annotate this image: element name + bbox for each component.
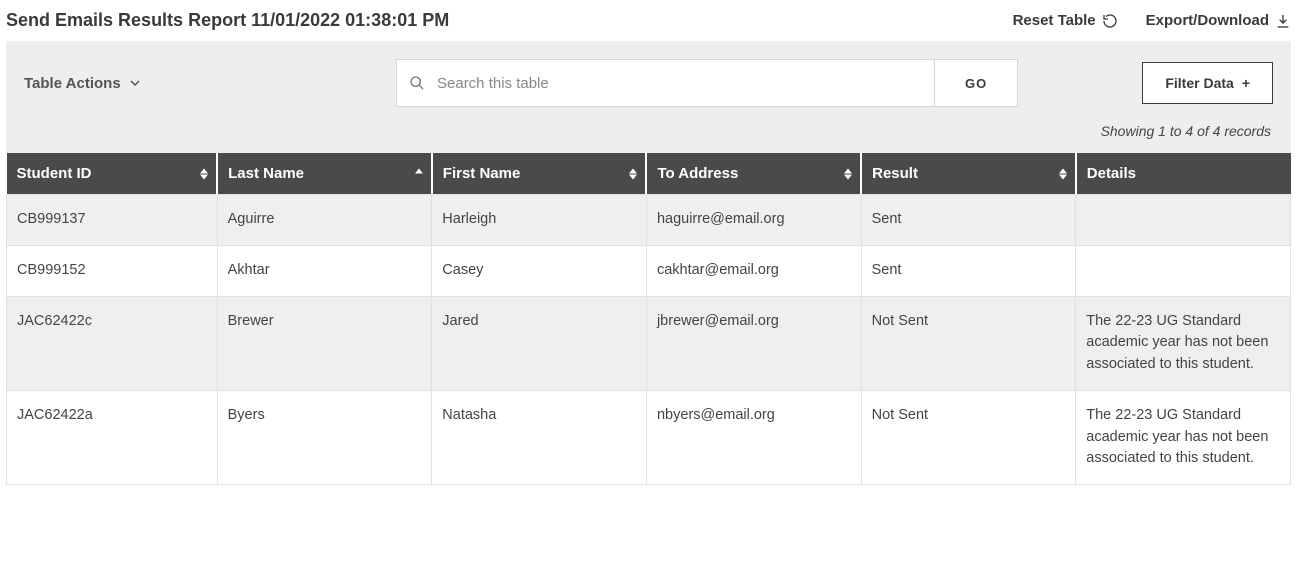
table-actions-label: Table Actions [24,75,121,92]
export-download-button[interactable]: Export/Download [1146,12,1291,29]
cell-details: The 22-23 UG Standard academic year has … [1076,390,1291,484]
search-input[interactable] [435,74,922,93]
cell-last-name: Byers [217,390,432,484]
col-label: Last Name [228,165,304,182]
reset-icon [1102,13,1118,29]
table-row: CB999152 Akhtar Casey cakhtar@email.org … [7,245,1291,296]
col-details: Details [1076,153,1291,195]
results-table: Student ID Last Name First Name To Addre… [6,153,1291,485]
sort-icon[interactable] [844,168,852,179]
record-count: Showing 1 to 4 of 4 records [24,107,1273,143]
cell-result: Sent [861,195,1076,246]
table-row: JAC62422a Byers Natasha nbyers@email.org… [7,390,1291,484]
cell-details: The 22-23 UG Standard academic year has … [1076,296,1291,390]
download-icon [1275,13,1291,29]
cell-to-address: jbrewer@email.org [646,296,861,390]
col-label: Student ID [17,165,92,182]
cell-first-name: Casey [432,245,647,296]
sort-icon[interactable] [200,168,208,179]
cell-first-name: Harleigh [432,195,647,246]
cell-result: Sent [861,245,1076,296]
cell-first-name: Jared [432,296,647,390]
cell-to-address: cakhtar@email.org [646,245,861,296]
plus-icon: + [1242,75,1250,91]
cell-to-address: haguirre@email.org [646,195,861,246]
table-row: CB999137 Aguirre Harleigh haguirre@email… [7,195,1291,246]
cell-last-name: Aguirre [217,195,432,246]
col-first-name[interactable]: First Name [432,153,647,195]
chevron-down-icon [129,77,141,89]
filter-data-label: Filter Data [1165,75,1233,91]
cell-student-id: CB999152 [7,245,218,296]
toolbar: Table Actions GO Filter Data + [6,41,1291,153]
col-label: Details [1087,165,1136,182]
cell-to-address: nbyers@email.org [646,390,861,484]
cell-student-id: CB999137 [7,195,218,246]
cell-details [1076,245,1291,296]
header-actions: Reset Table Export/Download [1013,12,1291,29]
page-title: Send Emails Results Report 11/01/2022 01… [6,10,449,31]
cell-last-name: Brewer [217,296,432,390]
table-body: CB999137 Aguirre Harleigh haguirre@email… [7,195,1291,485]
search-group: GO [396,59,1018,107]
cell-details [1076,195,1291,246]
reset-table-button[interactable]: Reset Table [1013,12,1118,29]
col-label: To Address [657,165,738,182]
table-actions-dropdown[interactable]: Table Actions [24,67,376,100]
cell-result: Not Sent [861,296,1076,390]
col-result[interactable]: Result [861,153,1076,195]
col-student-id[interactable]: Student ID [7,153,218,195]
go-button[interactable]: GO [934,59,1018,107]
col-last-name[interactable]: Last Name [217,153,432,195]
export-download-label: Export/Download [1146,12,1269,29]
cell-student-id: JAC62422c [7,296,218,390]
sort-icon[interactable] [415,168,423,179]
table-header: Student ID Last Name First Name To Addre… [7,153,1291,195]
sort-icon[interactable] [629,168,637,179]
search-icon [409,75,425,91]
sort-icon[interactable] [1059,168,1067,179]
cell-result: Not Sent [861,390,1076,484]
col-to-address[interactable]: To Address [646,153,861,195]
col-label: Result [872,165,918,182]
search-box [396,59,934,107]
cell-first-name: Natasha [432,390,647,484]
filter-data-button[interactable]: Filter Data + [1142,62,1273,104]
reset-table-label: Reset Table [1013,12,1096,29]
col-label: First Name [443,165,521,182]
cell-student-id: JAC62422a [7,390,218,484]
table-row: JAC62422c Brewer Jared jbrewer@email.org… [7,296,1291,390]
header-row: Send Emails Results Report 11/01/2022 01… [6,6,1291,41]
cell-last-name: Akhtar [217,245,432,296]
